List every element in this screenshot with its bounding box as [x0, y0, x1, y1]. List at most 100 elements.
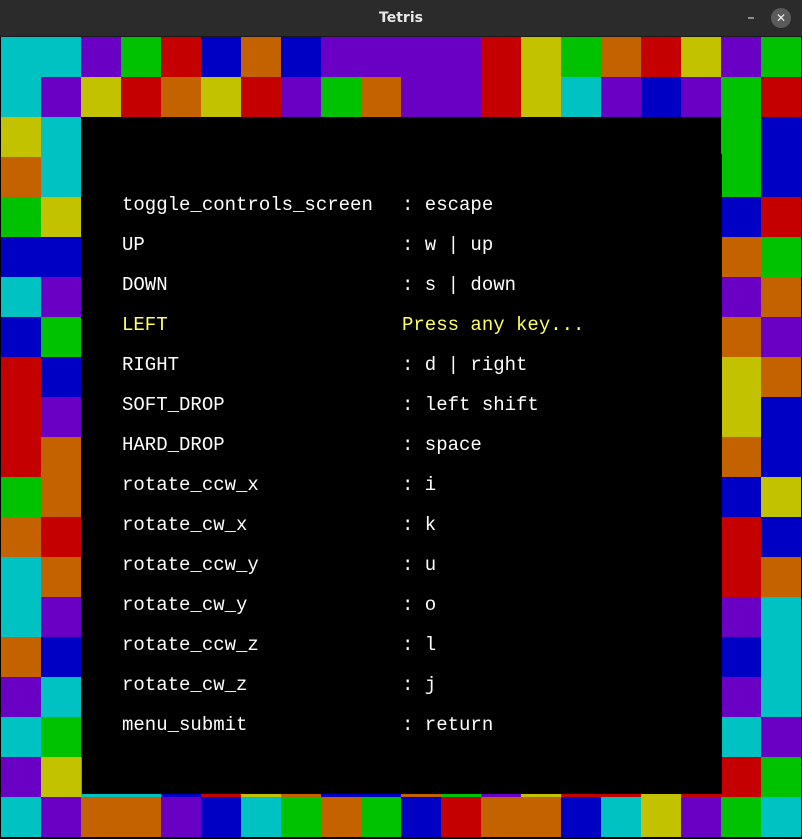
border-tile — [721, 197, 761, 237]
control-row-right[interactable]: RIGHT : d | right — [82, 353, 722, 377]
border-tile — [561, 77, 601, 117]
border-tile — [441, 37, 481, 77]
control-action-label: DOWN — [122, 274, 168, 296]
control-action-label: rotate_cw_z — [122, 674, 248, 696]
border-tile — [81, 797, 121, 837]
border-tile — [1, 637, 41, 677]
control-binding-value: : s | down — [402, 274, 517, 296]
border-tile — [1, 677, 41, 717]
border-tile — [601, 37, 641, 77]
control-row-toggle-controls-screen[interactable]: toggle_controls_screen: escape — [82, 193, 722, 217]
control-row-rotate-ccw-y[interactable]: rotate_ccw_y: u — [82, 553, 722, 577]
border-tile — [761, 317, 801, 357]
border-tile — [761, 117, 801, 157]
border-tile — [361, 77, 401, 117]
border-tile — [201, 797, 241, 837]
control-row-hard-drop[interactable]: HARD_DROP: space — [82, 433, 722, 457]
border-tile — [161, 797, 201, 837]
border-tile — [1, 597, 41, 637]
border-tile — [521, 37, 561, 77]
border-tile — [281, 797, 321, 837]
control-row-down[interactable]: DOWN : s | down — [82, 273, 722, 297]
border-tile — [1, 317, 41, 357]
border-tile — [241, 77, 281, 117]
border-tile — [761, 357, 801, 397]
border-tile — [41, 637, 81, 677]
minimize-icon[interactable]: – — [741, 8, 761, 28]
control-row-rotate-cw-y[interactable]: rotate_cw_y: o — [82, 593, 722, 617]
control-row-rotate-ccw-x[interactable]: rotate_ccw_x: i — [82, 473, 722, 497]
control-row-menu-submit[interactable]: menu_submit: return — [82, 713, 722, 737]
control-row-left[interactable]: LEFT Press any key... — [82, 313, 722, 337]
border-tile — [1, 517, 41, 557]
border-tile — [721, 477, 761, 517]
border-tile — [41, 437, 81, 477]
control-action-label: SOFT_DROP — [122, 394, 225, 416]
border-tile — [761, 157, 801, 197]
control-binding-value: : escape — [402, 194, 494, 216]
border-tile — [321, 37, 361, 77]
border-tile — [1, 717, 41, 757]
border-tile — [401, 797, 441, 837]
border-tile — [1, 357, 41, 397]
border-tile — [1, 397, 41, 437]
border-tile — [601, 797, 641, 837]
border-tile — [1, 477, 41, 517]
control-action-label: menu_submit — [122, 714, 248, 736]
border-tile — [81, 77, 121, 117]
border-tile — [1, 237, 41, 277]
border-tile — [721, 557, 761, 597]
border-tile — [1, 37, 41, 77]
border-tile — [1, 277, 41, 317]
border-tile — [1, 437, 41, 477]
control-row-rotate-ccw-z[interactable]: rotate_ccw_z : l — [82, 633, 722, 657]
border-tile — [761, 597, 801, 637]
border-tile — [681, 37, 721, 77]
border-tile — [441, 797, 481, 837]
border-tile — [121, 797, 161, 837]
border-tile — [641, 797, 681, 837]
border-tile — [721, 357, 761, 397]
border-tile — [1, 797, 41, 837]
border-tile — [41, 277, 81, 317]
close-icon[interactable]: ✕ — [771, 8, 791, 28]
border-tile — [761, 237, 801, 277]
control-binding-value: : l — [402, 634, 437, 656]
border-tile — [241, 37, 281, 77]
control-action-label: rotate_ccw_z — [122, 634, 259, 656]
control-action-label: HARD_DROP — [122, 434, 225, 456]
control-row-up[interactable]: UP : w | up — [82, 233, 722, 257]
border-tile — [721, 437, 761, 477]
game-board: toggle_controls_screen: escape UP : w | up… — [1, 37, 801, 837]
control-action-label: UP — [122, 234, 145, 256]
border-tile — [761, 677, 801, 717]
control-binding-value: : o — [402, 594, 437, 616]
control-binding-value: : w | up — [402, 234, 494, 256]
control-binding-value: : d | right — [402, 354, 528, 376]
border-tile — [281, 37, 321, 77]
border-tile — [41, 597, 81, 637]
control-row-rotate-cw-x[interactable]: rotate_cw_x: k — [82, 513, 722, 537]
border-tile — [721, 517, 761, 557]
border-tile — [41, 717, 81, 757]
border-tile — [641, 77, 681, 117]
border-tile — [41, 37, 81, 77]
border-tile — [761, 477, 801, 517]
control-action-label: RIGHT — [122, 354, 180, 376]
control-binding-value: : i — [402, 474, 437, 496]
control-row-soft-drop[interactable]: SOFT_DROP: left shift — [82, 393, 722, 417]
border-tile — [761, 637, 801, 677]
border-tile — [721, 637, 761, 677]
border-tile — [201, 37, 241, 77]
control-row-rotate-cw-z[interactable]: rotate_cw_z : j — [82, 673, 722, 697]
border-tile — [161, 37, 201, 77]
border-tile — [361, 37, 401, 77]
border-tile — [521, 77, 561, 117]
control-binding-value: : j — [402, 674, 437, 696]
border-tile — [761, 277, 801, 317]
control-action-label: rotate_ccw_y — [122, 554, 259, 576]
border-tile — [521, 797, 561, 837]
control-action-label: rotate_cw_x — [122, 514, 248, 536]
window-titlebar[interactable]: Tetris – ✕ — [0, 0, 802, 37]
border-tile — [1, 77, 41, 117]
